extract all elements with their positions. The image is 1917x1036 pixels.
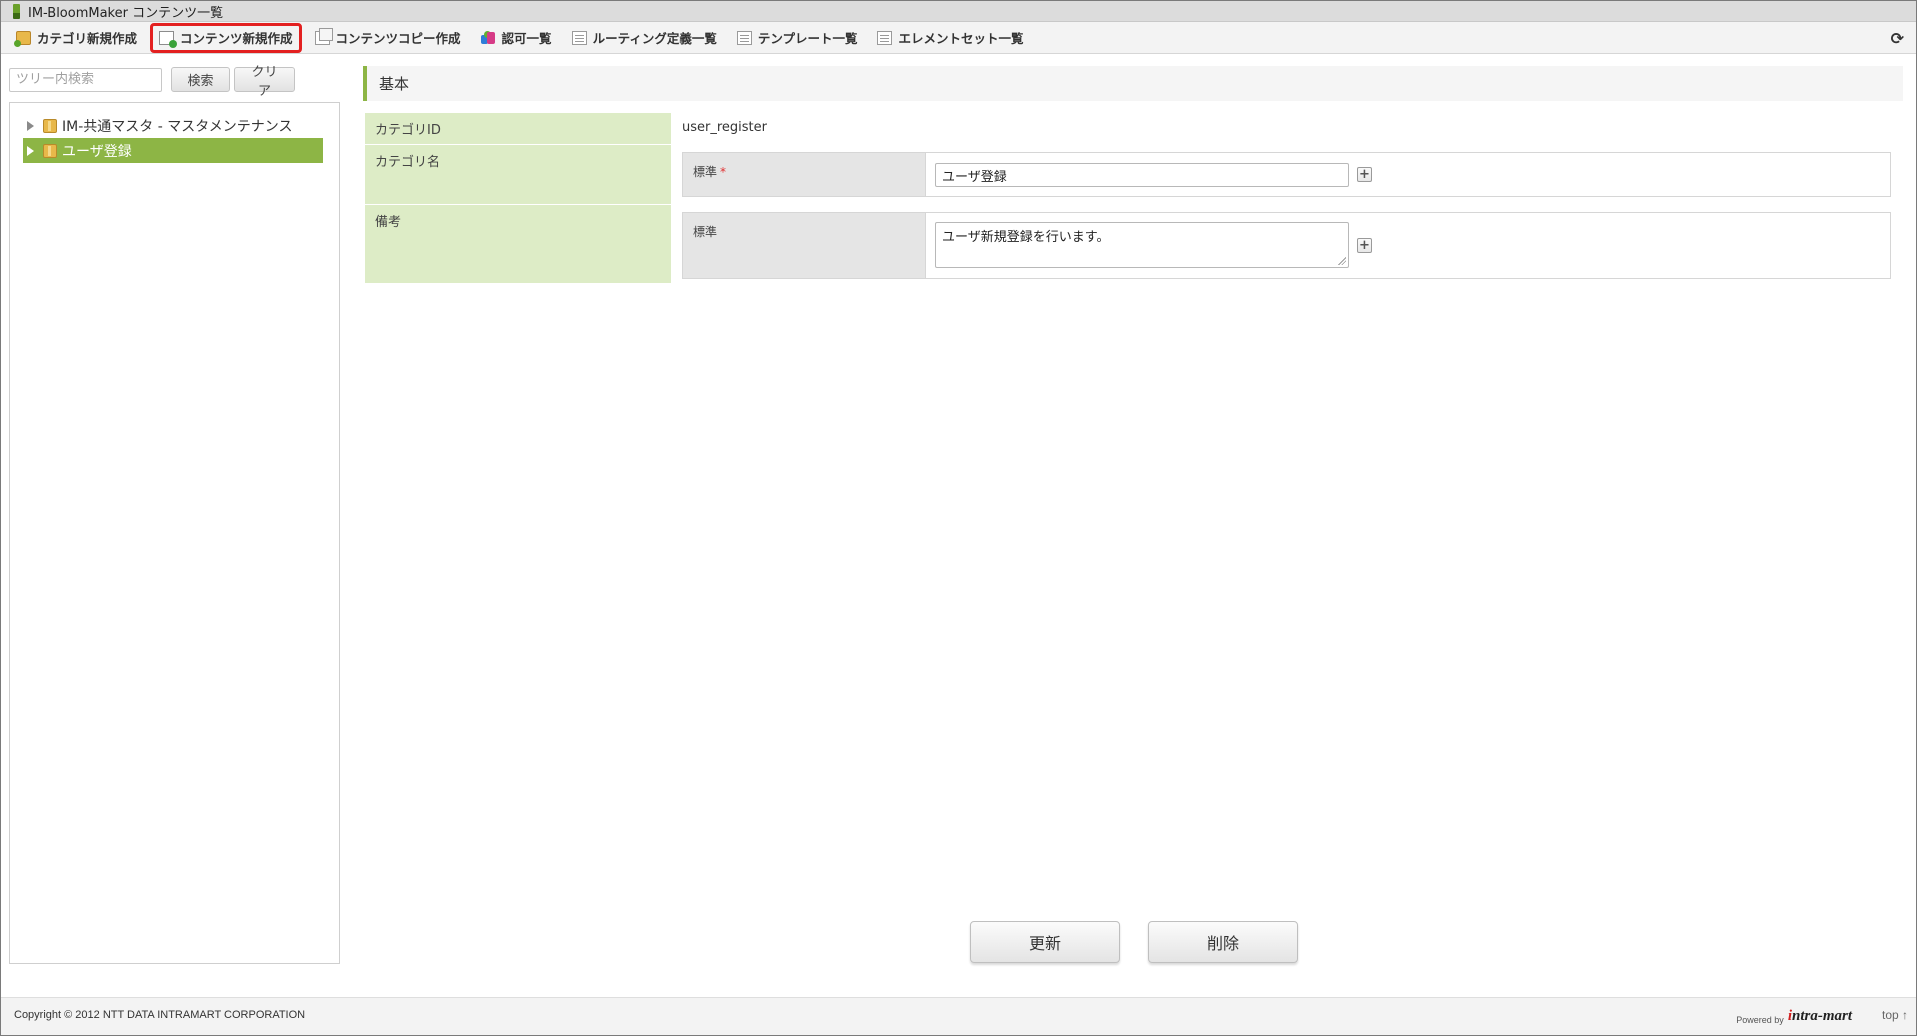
permission-list-button[interactable]: 認可一覧	[474, 25, 559, 51]
powered-by: Powered by intra-mart	[1736, 1008, 1852, 1025]
category-id-value: user_register	[682, 120, 767, 135]
template-list-button[interactable]: テンプレート一覧	[730, 25, 865, 51]
remarks-sub-label: 標準	[683, 213, 926, 278]
routing-list-button[interactable]: ルーティング定義一覧	[565, 25, 724, 51]
copy-content-button[interactable]: コンテンツコピー作成	[308, 25, 468, 51]
expand-arrow-icon[interactable]	[27, 120, 34, 131]
copyright-text: Copyright © 2012 NTT DATA INTRAMART CORP…	[14, 1009, 306, 1021]
toolbar: カテゴリ新規作成 コンテンツ新規作成 コンテンツコピー作成 認可一覧 ルーティン…	[1, 22, 1916, 54]
folder-icon	[43, 143, 57, 158]
app-icon	[13, 3, 20, 19]
create-category-label: カテゴリ新規作成	[37, 31, 138, 46]
list-icon	[571, 30, 587, 45]
tree-node-master-maintenance[interactable]: IM-共通マスタ - マスタメンテナンス	[23, 113, 293, 138]
powered-by-label: Powered by	[1736, 1015, 1784, 1025]
section-title: 基本	[379, 75, 410, 93]
tree-clear-button[interactable]: クリア	[234, 65, 295, 99]
tree-node-user-register[interactable]: ユーザ登録	[23, 138, 323, 163]
top-link[interactable]: top ↑	[1882, 1008, 1908, 1022]
category-name-sub-label: 標準 *	[683, 153, 926, 196]
folder-add-icon	[14, 30, 31, 47]
category-name-box: 標準* +	[682, 152, 1891, 197]
category-id-label: カテゴリID	[365, 113, 671, 144]
create-category-button[interactable]: カテゴリ新規作成	[9, 25, 144, 51]
standard-label: 標準	[693, 165, 718, 179]
category-id-row: カテゴリID user_register	[365, 113, 1903, 144]
expand-arrow-icon[interactable]	[27, 145, 34, 156]
content-add-icon	[159, 30, 178, 48]
permission-list-label: 認可一覧	[501, 31, 552, 46]
category-name-input[interactable]	[935, 163, 1349, 187]
intra-mart-logo: intra-mart	[1788, 1008, 1852, 1025]
permission-icon	[480, 30, 496, 45]
remarks-label: 備考	[365, 205, 671, 283]
tree-search-input[interactable]	[9, 67, 162, 92]
routing-list-label: ルーティング定義一覧	[592, 31, 717, 46]
copy-icon	[314, 27, 333, 45]
window-title: IM-BloomMaker コンテンツ一覧	[28, 5, 224, 21]
list-icon	[736, 30, 752, 45]
logo-text: ntra-mart	[1791, 1008, 1852, 1024]
category-name-label: カテゴリ名	[365, 145, 671, 204]
tree-search-row: 検索 クリア	[9, 65, 295, 99]
add-locale-button[interactable]: +	[1357, 167, 1372, 182]
element-set-list-label: エレメントセット一覧	[898, 31, 1024, 46]
resize-grip-icon[interactable]	[1338, 257, 1346, 265]
add-locale-button[interactable]: +	[1357, 238, 1372, 253]
create-content-button[interactable]: コンテンツ新規作成	[150, 22, 302, 53]
standard-label: 標準	[693, 225, 718, 239]
required-mark: *	[720, 165, 727, 179]
create-content-label: コンテンツ新規作成	[180, 31, 293, 46]
remarks-textarea[interactable]: ユーザ新規登録を行います。	[935, 222, 1349, 268]
update-button[interactable]: 更新	[970, 921, 1120, 963]
tree-panel: 検索 クリア IM-共通マスタ - マスタメンテナンス ユーザ登録	[9, 56, 340, 964]
remarks-row: 備考 標準 ユーザ新規登録を行います。 +	[365, 205, 1903, 283]
folder-icon	[43, 118, 57, 133]
category-name-row: カテゴリ名 標準* +	[365, 145, 1903, 204]
copy-content-label: コンテンツコピー作成	[335, 31, 461, 46]
delete-button[interactable]: 削除	[1148, 921, 1298, 963]
category-tree: IM-共通マスタ - マスタメンテナンス ユーザ登録	[9, 102, 340, 964]
section-header: 基本	[363, 66, 1903, 101]
remarks-text: ユーザ新規登録を行います。	[942, 230, 1110, 245]
footer: Copyright © 2012 NTT DATA INTRAMART CORP…	[1, 997, 1916, 1035]
remarks-box: 標準 ユーザ新規登録を行います。 +	[682, 212, 1891, 279]
element-set-list-button[interactable]: エレメントセット一覧	[870, 25, 1030, 51]
tree-node-label: IM-共通マスタ - マスタメンテナンス	[62, 118, 293, 135]
list-icon	[877, 30, 893, 45]
tree-search-button[interactable]: 検索	[171, 67, 230, 92]
tree-node-label: ユーザ登録	[62, 143, 132, 160]
refresh-icon[interactable]: ⟳	[1891, 29, 1904, 48]
template-list-label: テンプレート一覧	[757, 31, 858, 46]
title-bar: IM-BloomMaker コンテンツ一覧	[1, 1, 1916, 22]
